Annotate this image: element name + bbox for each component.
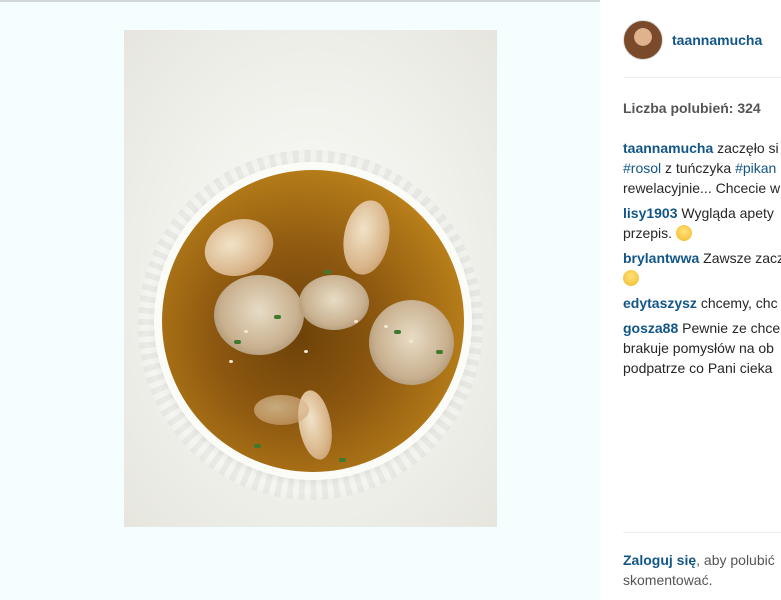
sesame <box>354 320 358 323</box>
comment-item: brylantwwa Zawsze zacz <box>623 248 781 288</box>
comment-item: edytaszysz chcemy, chc <box>623 293 781 313</box>
comment-user[interactable]: brylantwwa <box>623 250 699 266</box>
sesame <box>304 350 308 353</box>
herb <box>394 330 401 334</box>
herb <box>234 340 241 344</box>
sesame <box>229 360 233 363</box>
top-border <box>0 0 600 2</box>
footer-divider <box>623 532 781 533</box>
comment-list: taannamucha zaczęło si #rosol z tuńczyka… <box>623 138 781 383</box>
wink-emoji-icon <box>623 270 639 286</box>
login-prompt: Zaloguj się, aby polubić skomentować. <box>623 550 781 590</box>
comment-item: gosza88 Pewnie ze chce brakuje pomysłów … <box>623 318 781 378</box>
comment-text: rewelacyjnie... Chcecie w <box>623 180 781 196</box>
herb <box>274 315 281 319</box>
comment-user[interactable]: gosza88 <box>623 320 678 336</box>
herb <box>339 458 346 462</box>
mushroom <box>299 275 369 330</box>
likes-count[interactable]: Liczba polubień: 324 <box>623 100 761 116</box>
comment-text: chcemy, chc <box>700 295 778 311</box>
comment-text: przepis. <box>623 225 673 241</box>
herb <box>254 444 261 448</box>
mushroom <box>214 275 304 355</box>
comment-user[interactable]: lisy1903 <box>623 205 678 221</box>
comment-user[interactable]: edytaszysz <box>623 295 697 311</box>
comment-text: z tuńczyka <box>665 160 736 176</box>
sesame <box>409 340 413 343</box>
comment-item: lisy1903 Wygląda apety przepis. <box>623 203 781 243</box>
sesame <box>244 330 248 333</box>
post-photo[interactable] <box>124 30 497 527</box>
herb <box>324 270 331 274</box>
hashtag-link[interactable]: #rosol <box>623 160 661 176</box>
avatar[interactable] <box>623 20 663 60</box>
comment-text: Zawsze zacz <box>703 250 781 266</box>
herb <box>436 350 443 354</box>
comment-text: podpatrze co Pani cieka <box>623 360 773 376</box>
comment-item: taannamucha zaczęło si #rosol z tuńczyka… <box>623 138 781 198</box>
comment-text: zaczęło si <box>717 140 779 156</box>
hashtag-link[interactable]: #pikan <box>735 160 776 176</box>
login-text: , aby polubić <box>696 552 775 568</box>
header-divider <box>623 77 781 78</box>
login-link[interactable]: Zaloguj się <box>623 552 696 568</box>
comment-text: brakuje pomysłów na ob <box>623 340 774 356</box>
login-text: skomentować. <box>623 572 713 588</box>
sesame <box>384 325 388 328</box>
comment-text: Wygląda apety <box>681 205 774 221</box>
comment-text: Pewnie ze chce <box>682 320 781 336</box>
smile-emoji-icon <box>675 225 692 241</box>
post-username[interactable]: taannamucha <box>672 32 762 48</box>
comment-user[interactable]: taannamucha <box>623 140 713 156</box>
shrimp <box>254 395 309 425</box>
